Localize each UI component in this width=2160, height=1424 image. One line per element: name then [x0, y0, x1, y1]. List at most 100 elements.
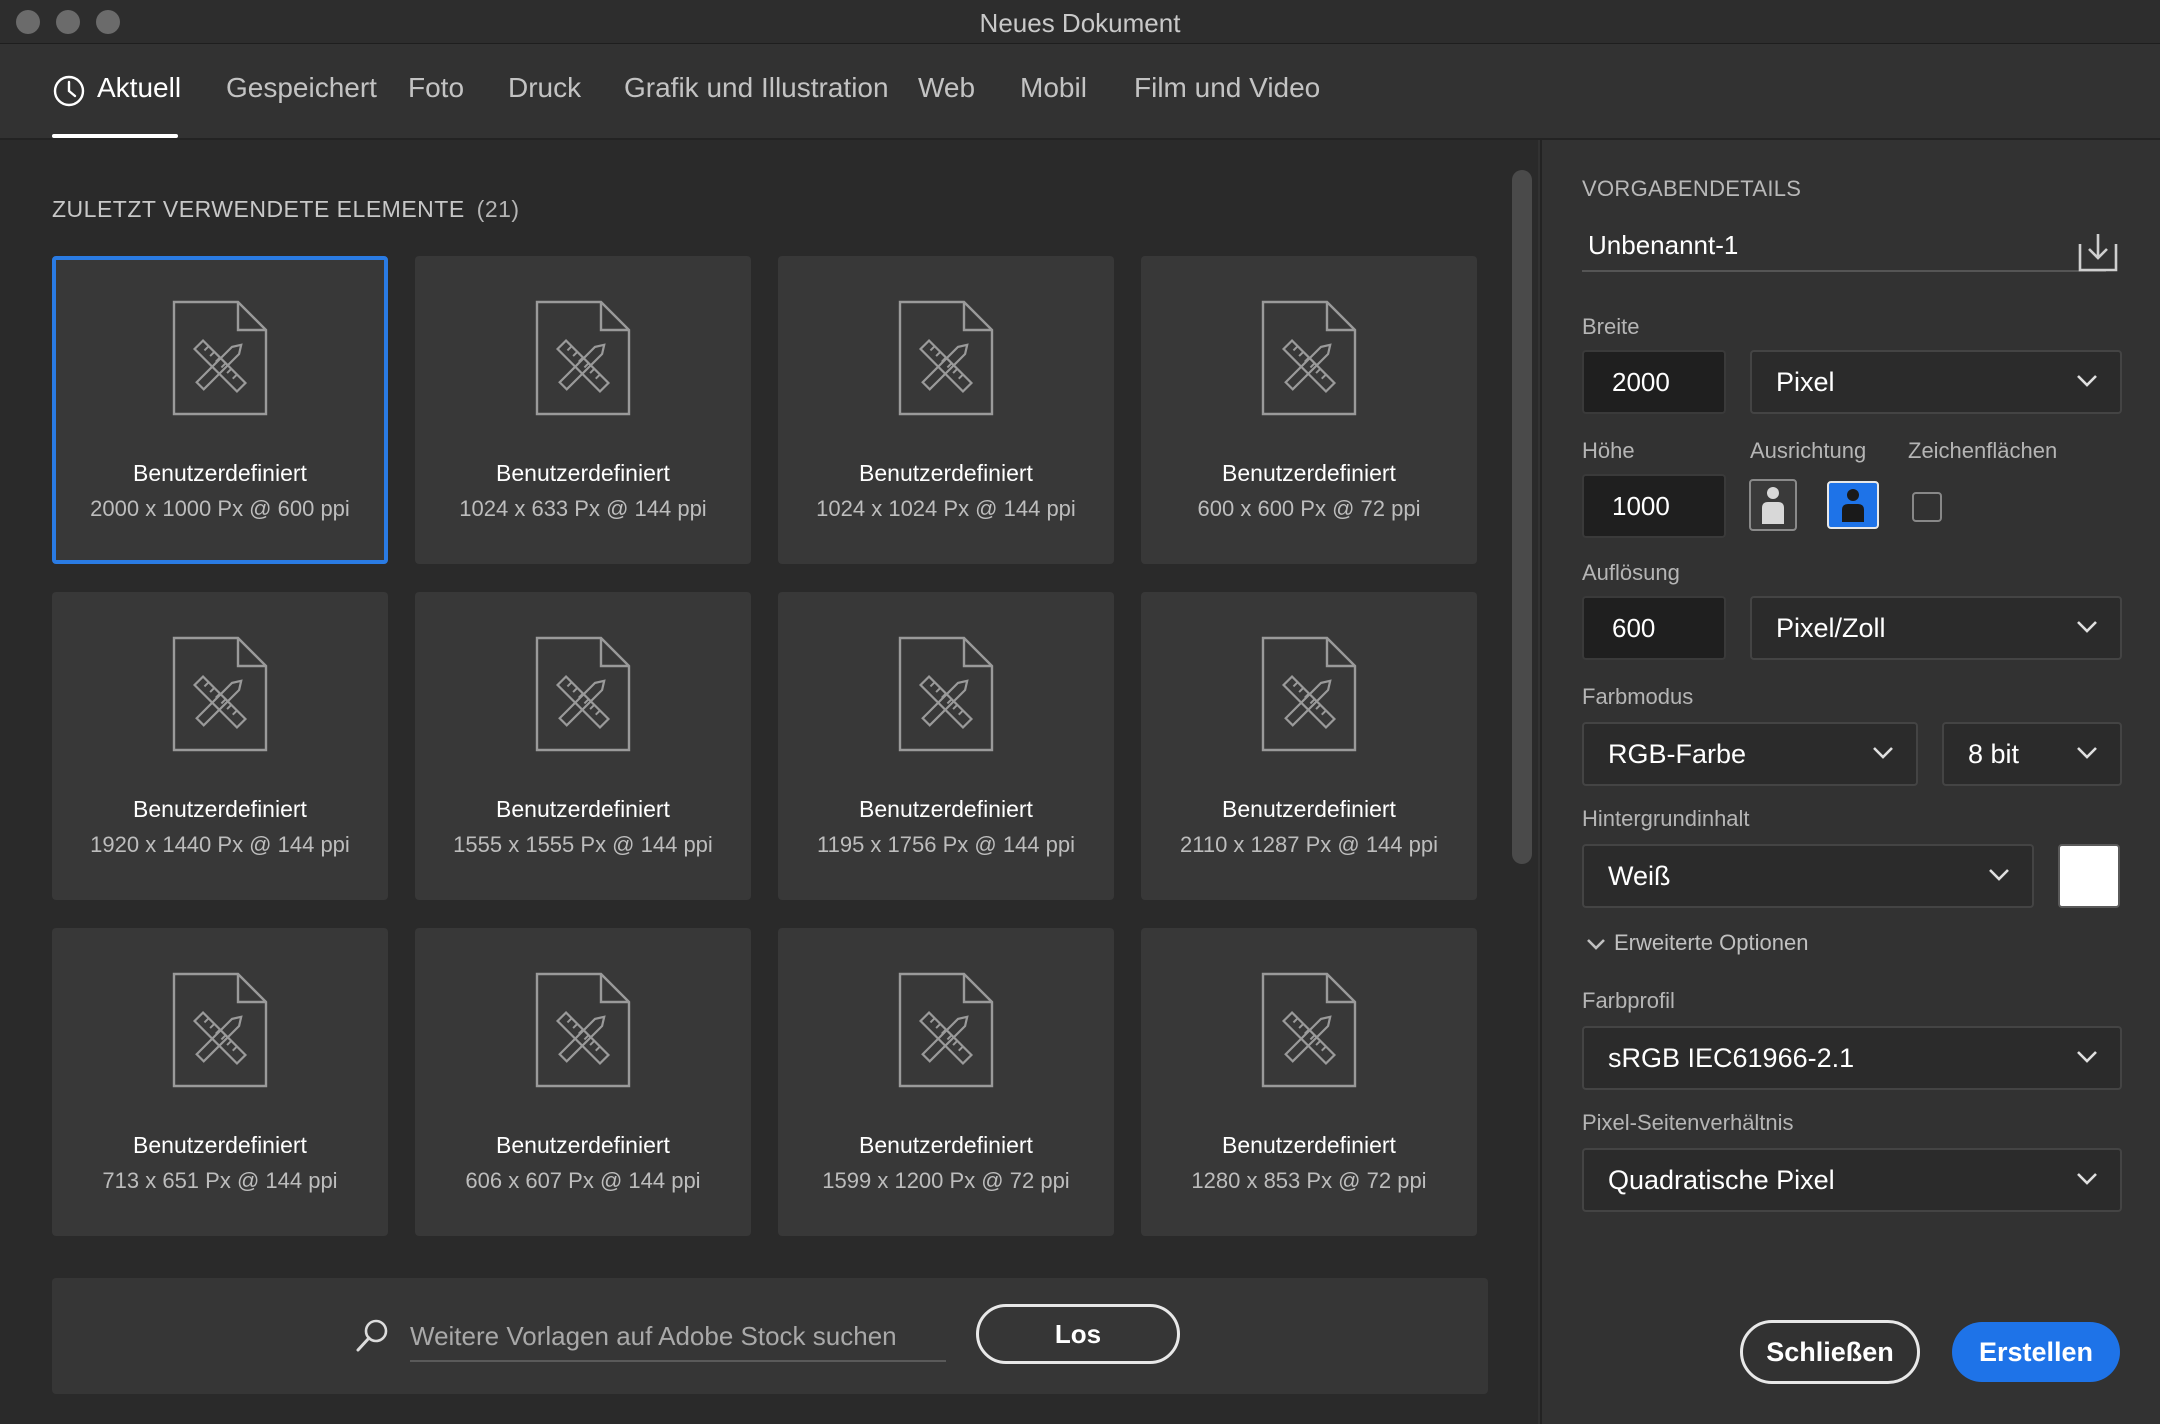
bit-depth-select[interactable]: 8 bit [1942, 722, 2122, 786]
chevron-down-icon [2077, 747, 2097, 759]
background-select[interactable]: Weiß [1582, 844, 2034, 908]
preset-card[interactable]: Benutzerdefiniert 1024 x 1024 Px @ 144 pp… [778, 256, 1114, 564]
preset-name: Benutzerdefiniert [859, 1132, 1033, 1158]
preset-card[interactable]: Benutzerdefiniert 713 x 651 Px @ 144 ppi [52, 928, 388, 1236]
preset-dimensions: 713 x 651 Px @ 144 ppi [102, 1168, 338, 1193]
preset-dimensions: 1599 x 1200 Px @ 72 ppi [822, 1168, 1070, 1193]
preset-name: Benutzerdefiniert [1222, 1132, 1396, 1158]
pixel-aspect-select[interactable]: Quadratische Pixel [1582, 1148, 2122, 1212]
custom-document-icon [535, 300, 631, 416]
custom-document-icon [898, 636, 994, 752]
tab-druck[interactable]: Druck [508, 72, 581, 104]
tab-grafik-und-illustration[interactable]: Grafik und Illustration [624, 72, 889, 104]
background-label: Hintergrundinhalt [1582, 806, 1750, 831]
custom-document-icon [172, 972, 268, 1088]
custom-document-icon [1261, 636, 1357, 752]
chevron-down-icon [2077, 621, 2097, 633]
tab-web[interactable]: Web [918, 72, 975, 104]
tab-film-und-video[interactable]: Film und Video [1134, 72, 1320, 104]
preset-name: Benutzerdefiniert [496, 796, 670, 822]
landscape-orientation-icon[interactable] [1826, 478, 1880, 532]
title-bar: Neues Dokument [0, 0, 2160, 44]
preset-name: Benutzerdefiniert [859, 460, 1033, 486]
resolution-input[interactable]: 600 [1582, 596, 1726, 660]
scrollbar[interactable] [1512, 170, 1532, 864]
resolution-unit-value: Pixel/Zoll [1776, 613, 1886, 643]
recent-count: (21) [476, 196, 520, 222]
close-button[interactable]: Schließen [1740, 1320, 1920, 1384]
background-value: Weiß [1608, 861, 1671, 891]
preset-dimensions: 1024 x 633 Px @ 144 ppi [459, 496, 707, 521]
chevron-down-icon [2077, 1051, 2097, 1063]
custom-document-icon [172, 636, 268, 752]
tab-mobil[interactable]: Mobil [1020, 72, 1087, 104]
preset-dimensions: 1280 x 853 Px @ 72 ppi [1191, 1168, 1427, 1193]
preset-dimensions: 606 x 607 Px @ 144 ppi [465, 1168, 701, 1193]
color-mode-value: RGB-Farbe [1608, 739, 1747, 769]
background-color-swatch[interactable] [2058, 844, 2120, 908]
preset-card[interactable]: Benutzerdefiniert 1920 x 1440 Px @ 144 pp… [52, 592, 388, 900]
resolution-label: Auflösung [1582, 560, 1680, 585]
color-mode-select[interactable]: RGB-Farbe [1582, 722, 1918, 786]
width-unit-value: Pixel [1776, 367, 1835, 397]
preset-dimensions: 1024 x 1024 Px @ 144 ppi [816, 496, 1076, 521]
custom-document-icon [1261, 972, 1357, 1088]
resolution-unit-select[interactable]: Pixel/Zoll [1750, 596, 2122, 660]
preset-dimensions: 600 x 600 Px @ 72 ppi [1197, 496, 1421, 521]
create-button[interactable]: Erstellen [1952, 1322, 2120, 1382]
preset-dimensions: 2000 x 1000 Px @ 600 ppi [90, 496, 350, 521]
stock-search-input[interactable] [410, 1312, 946, 1362]
artboards-label: Zeichenflächen [1908, 438, 2058, 463]
preset-name: Benutzerdefiniert [133, 1132, 307, 1158]
width-input[interactable]: 2000 [1582, 350, 1726, 414]
preset-card[interactable]: Benutzerdefiniert 600 x 600 Px @ 72 ppi [1141, 256, 1477, 564]
custom-document-icon [535, 636, 631, 752]
preset-card[interactable]: Benutzerdefiniert 2110 x 1287 Px @ 144 pp… [1141, 592, 1477, 900]
preset-dimensions: 1555 x 1555 Px @ 144 ppi [453, 832, 713, 857]
preset-card[interactable]: Benutzerdefiniert 2000 x 1000 Px @ 600 pp… [52, 256, 388, 564]
category-tabs: Aktuell Gespeichert Foto Druck Grafik un… [0, 44, 2160, 140]
chevron-down-icon [2077, 1173, 2097, 1185]
preset-dimensions: 2110 x 1287 Px @ 144 ppi [1180, 832, 1438, 857]
document-name-field[interactable]: Unbenannt-1 [1582, 218, 2106, 272]
height-input[interactable]: 1000 [1582, 474, 1726, 538]
preset-name: Benutzerdefiniert [859, 796, 1033, 822]
search-go-button[interactable]: Los [976, 1304, 1180, 1364]
clock-icon [53, 75, 85, 107]
preset-details-panel: VORGABENDETAILS Unbenannt-1 Breite 2000 … [1540, 140, 2160, 1424]
tab-foto[interactable]: Foto [408, 72, 464, 104]
chevron-down-icon [1587, 939, 1605, 951]
pixel-aspect-value: Quadratische Pixel [1608, 1165, 1835, 1195]
preset-name: Benutzerdefiniert [496, 1132, 670, 1158]
chevron-down-icon [1989, 869, 2009, 881]
presets-area: ZULETZT VERWENDETE ELEMENTE (21) Benutzer… [0, 140, 1538, 1424]
preset-card[interactable]: Benutzerdefiniert 1280 x 853 Px @ 72 ppi [1141, 928, 1477, 1236]
chevron-down-icon [1873, 747, 1893, 759]
save-preset-icon[interactable] [2076, 230, 2120, 274]
advanced-options-label: Erweiterte Optionen [1614, 930, 1809, 955]
artboards-checkbox[interactable] [1912, 492, 1942, 522]
chevron-down-icon [2077, 375, 2097, 387]
width-unit-select[interactable]: Pixel [1750, 350, 2122, 414]
stock-search-panel: Los [52, 1278, 1488, 1394]
preset-card[interactable]: Benutzerdefiniert 1195 x 1756 Px @ 144 pp… [778, 592, 1114, 900]
tab-aktuell[interactable]: Aktuell [97, 72, 181, 104]
preset-card[interactable]: Benutzerdefiniert 1555 x 1555 Px @ 144 pp… [415, 592, 751, 900]
preset-name: Benutzerdefiniert [133, 460, 307, 486]
preset-card[interactable]: Benutzerdefiniert 606 x 607 Px @ 144 ppi [415, 928, 751, 1236]
preset-name: Benutzerdefiniert [1222, 460, 1396, 486]
custom-document-icon [898, 972, 994, 1088]
color-profile-label: Farbprofil [1582, 988, 1675, 1013]
active-tab-indicator [52, 134, 178, 138]
portrait-orientation-icon[interactable] [1748, 478, 1798, 532]
preset-card[interactable]: Benutzerdefiniert 1024 x 633 Px @ 144 ppi [415, 256, 751, 564]
preset-name: Benutzerdefiniert [1222, 796, 1396, 822]
preset-card[interactable]: Benutzerdefiniert 1599 x 1200 Px @ 72 ppi [778, 928, 1114, 1236]
color-profile-select[interactable]: sRGB IEC61966-2.1 [1582, 1026, 2122, 1090]
advanced-options-toggle[interactable]: Erweiterte Optionen [1586, 930, 1808, 956]
bit-depth-value: 8 bit [1968, 739, 2020, 769]
recent-title-text: ZULETZT VERWENDETE ELEMENTE [52, 196, 465, 222]
details-heading: VORGABENDETAILS [1582, 176, 1802, 201]
tab-gespeichert[interactable]: Gespeichert [226, 72, 377, 104]
pixel-aspect-label: Pixel-Seitenverhältnis [1582, 1110, 1794, 1135]
